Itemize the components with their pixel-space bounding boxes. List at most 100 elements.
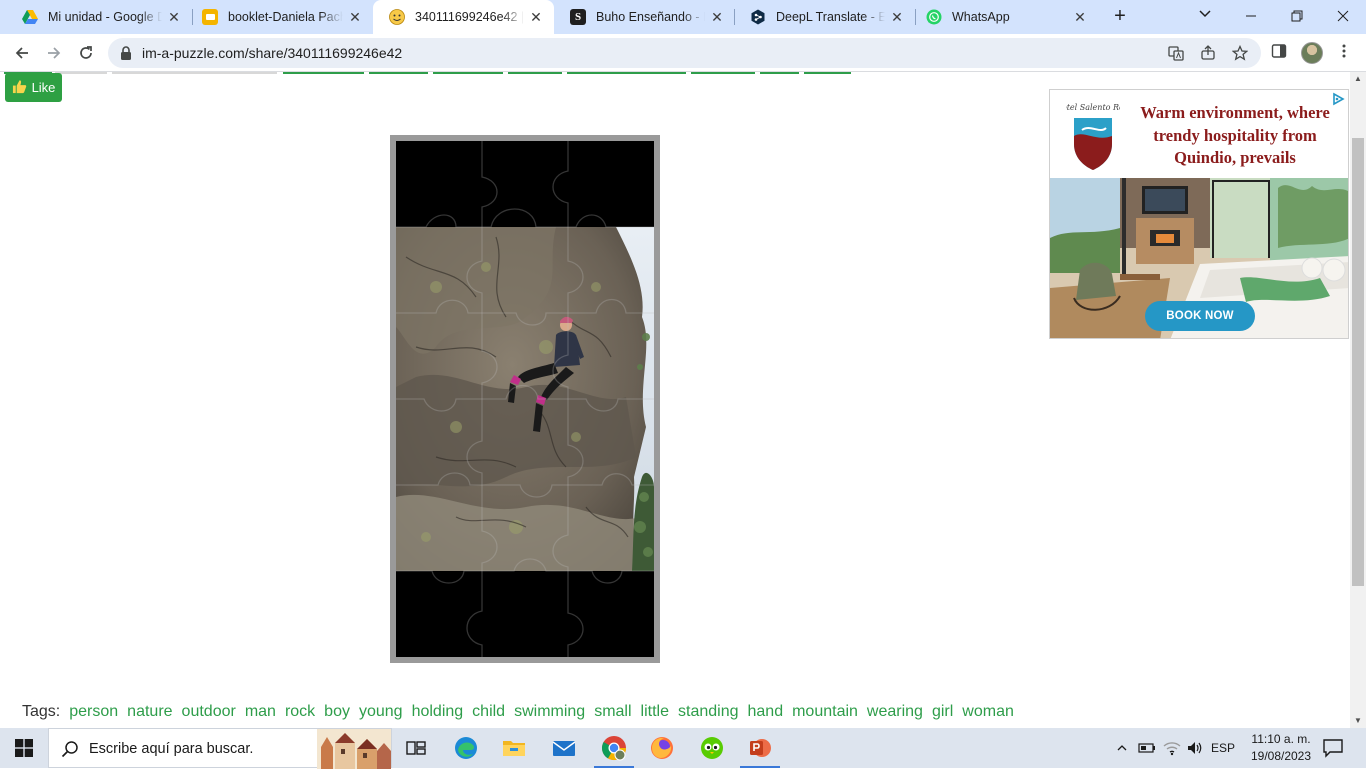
url-text[interactable]: im-a-puzzle.com/share/340111699246e42 bbox=[142, 45, 402, 61]
address-bar[interactable]: im-a-puzzle.com/share/340111699246e42 bbox=[108, 38, 1261, 68]
clipped-button[interactable] bbox=[433, 72, 503, 74]
show-hidden-icons-chevron-icon[interactable] bbox=[1112, 728, 1132, 768]
battery-icon[interactable] bbox=[1136, 728, 1158, 768]
clipped-button[interactable] bbox=[691, 72, 755, 74]
edge-browser-icon[interactable] bbox=[442, 728, 490, 768]
mail-icon[interactable] bbox=[540, 728, 588, 768]
tag-link[interactable]: nature bbox=[127, 703, 172, 721]
close-window-button[interactable] bbox=[1320, 0, 1366, 32]
windows-taskbar: Escribe aquí para buscar. ESP 11:10 a. m… bbox=[0, 728, 1366, 769]
system-clock[interactable]: 11:10 a. m. 19/08/2023 bbox=[1238, 731, 1324, 765]
notification-center-icon[interactable] bbox=[1322, 738, 1344, 758]
tab-title: Mi unidad - Google Drive bbox=[48, 10, 162, 24]
lock-icon[interactable] bbox=[120, 46, 132, 60]
adchoices-icon[interactable] bbox=[1331, 92, 1345, 106]
close-icon[interactable]: ✕ bbox=[889, 9, 905, 25]
clipped-button[interactable] bbox=[760, 72, 799, 74]
scroll-up-arrow-icon[interactable]: ▲ bbox=[1350, 72, 1366, 86]
tag-link[interactable]: hand bbox=[748, 703, 784, 721]
tag-link[interactable]: swimming bbox=[514, 703, 585, 721]
file-explorer-icon[interactable] bbox=[490, 728, 538, 768]
volume-icon[interactable] bbox=[1184, 728, 1206, 768]
tab-deepl[interactable]: DeepL Translate - El mejor ✕ bbox=[734, 0, 915, 34]
jigsaw-puzzle-board[interactable] bbox=[396, 141, 654, 657]
windows-start-icon[interactable] bbox=[0, 728, 48, 768]
clipped-button[interactable] bbox=[804, 72, 851, 74]
close-icon[interactable]: ✕ bbox=[709, 9, 725, 25]
tag-link[interactable]: child bbox=[472, 703, 505, 721]
like-button[interactable]: Like bbox=[5, 73, 62, 102]
side-panel-icon[interactable] bbox=[1269, 43, 1289, 63]
tab-booklet[interactable]: booklet-Daniela Pacheco ✕ bbox=[186, 0, 373, 34]
clipped-button[interactable] bbox=[567, 72, 686, 74]
tag-link[interactable]: young bbox=[359, 703, 403, 721]
hotel-logo: Hotel Salento Real bbox=[1066, 103, 1120, 170]
tag-link[interactable]: woman bbox=[962, 703, 1014, 721]
clipped-button[interactable] bbox=[112, 72, 277, 74]
tag-link[interactable]: small bbox=[594, 703, 631, 721]
firefox-icon[interactable] bbox=[638, 728, 686, 768]
clipped-button[interactable] bbox=[369, 72, 428, 74]
bookmark-star-icon[interactable] bbox=[1231, 44, 1249, 61]
tab-buho[interactable]: S Buho Enseñando - Banner ✕ bbox=[554, 0, 735, 34]
network-icon[interactable] bbox=[1160, 728, 1184, 768]
task-view-icon[interactable] bbox=[392, 728, 440, 768]
tab-title: booklet-Daniela Pacheco bbox=[228, 10, 343, 24]
tag-link[interactable]: rock bbox=[285, 703, 315, 721]
web-page: Like tel Salento R Warm environment, whe… bbox=[0, 72, 1350, 728]
smiley-icon bbox=[389, 9, 405, 25]
minimize-button[interactable] bbox=[1228, 0, 1274, 32]
tag-link[interactable]: holding bbox=[412, 703, 464, 721]
taskbar-search-box[interactable]: Escribe aquí para buscar. bbox=[48, 728, 392, 769]
search-placeholder: Escribe aquí para buscar. bbox=[89, 741, 254, 757]
close-icon[interactable]: ✕ bbox=[166, 9, 182, 25]
s-app-icon: S bbox=[570, 9, 586, 25]
page-scrollbar[interactable]: ▲ ▼ bbox=[1350, 72, 1366, 728]
puzzle-frame bbox=[390, 135, 660, 663]
tab-whatsapp[interactable]: WhatsApp ✕ bbox=[910, 0, 1098, 34]
tag-link[interactable]: boy bbox=[324, 703, 350, 721]
svg-text:Hotel Salento Real: Hotel Salento Real bbox=[1066, 103, 1120, 112]
book-now-button[interactable]: BOOK NOW bbox=[1145, 301, 1255, 331]
clock-time: 11:10 a. m. bbox=[1251, 732, 1311, 746]
new-tab-button[interactable]: + bbox=[1108, 5, 1132, 29]
tag-link[interactable]: girl bbox=[932, 703, 953, 721]
tags-label: Tags: bbox=[22, 703, 61, 720]
language-indicator[interactable]: ESP bbox=[1208, 728, 1238, 768]
translate-icon[interactable] bbox=[1168, 45, 1184, 61]
search-icon bbox=[61, 741, 78, 758]
close-icon[interactable]: ✕ bbox=[1072, 9, 1088, 25]
hotel-advertisement[interactable]: Hotel Salento Real Warm environment, whe… bbox=[1049, 89, 1349, 339]
tag-link[interactable]: wearing bbox=[867, 703, 923, 721]
ad-headline[interactable]: Warm environment, where trendy hospitali… bbox=[1132, 102, 1338, 170]
scrollbar-thumb[interactable] bbox=[1352, 138, 1364, 586]
forward-arrow-icon[interactable] bbox=[40, 39, 68, 67]
menu-kebab-icon[interactable] bbox=[1334, 43, 1354, 63]
duolingo-icon[interactable] bbox=[688, 728, 736, 768]
tab-search-chevron-icon[interactable] bbox=[1195, 6, 1215, 26]
tag-link[interactable]: little bbox=[641, 703, 669, 721]
restore-button[interactable] bbox=[1274, 0, 1320, 32]
tag-link[interactable]: man bbox=[245, 703, 276, 721]
clipped-button[interactable] bbox=[508, 72, 562, 74]
chrome-icon[interactable] bbox=[590, 728, 638, 768]
clipped-button[interactable] bbox=[283, 72, 364, 74]
tab-strip: Mi unidad - Google Drive ✕ booklet-Danie… bbox=[0, 0, 1366, 34]
share-icon[interactable] bbox=[1200, 45, 1216, 61]
tag-link[interactable]: person bbox=[69, 703, 118, 721]
close-icon[interactable]: ✕ bbox=[347, 9, 363, 25]
tag-link[interactable]: mountain bbox=[792, 703, 858, 721]
scroll-down-arrow-icon[interactable]: ▼ bbox=[1350, 714, 1366, 728]
clipped-button[interactable] bbox=[55, 72, 107, 74]
tab-puzzle[interactable]: 340111699246e42 | Free ✕ bbox=[373, 0, 554, 34]
back-arrow-icon[interactable] bbox=[8, 39, 36, 67]
tab-google-drive[interactable]: Mi unidad - Google Drive ✕ bbox=[6, 0, 192, 34]
close-icon[interactable]: ✕ bbox=[528, 9, 544, 25]
profile-avatar[interactable] bbox=[1301, 42, 1323, 64]
tab-title: 340111699246e42 | Free bbox=[415, 10, 524, 24]
powerpoint-icon[interactable] bbox=[736, 728, 784, 768]
google-slides-icon bbox=[202, 9, 218, 25]
tag-link[interactable]: outdoor bbox=[182, 703, 236, 721]
tag-link[interactable]: standing bbox=[678, 703, 739, 721]
reload-icon[interactable] bbox=[72, 39, 100, 67]
